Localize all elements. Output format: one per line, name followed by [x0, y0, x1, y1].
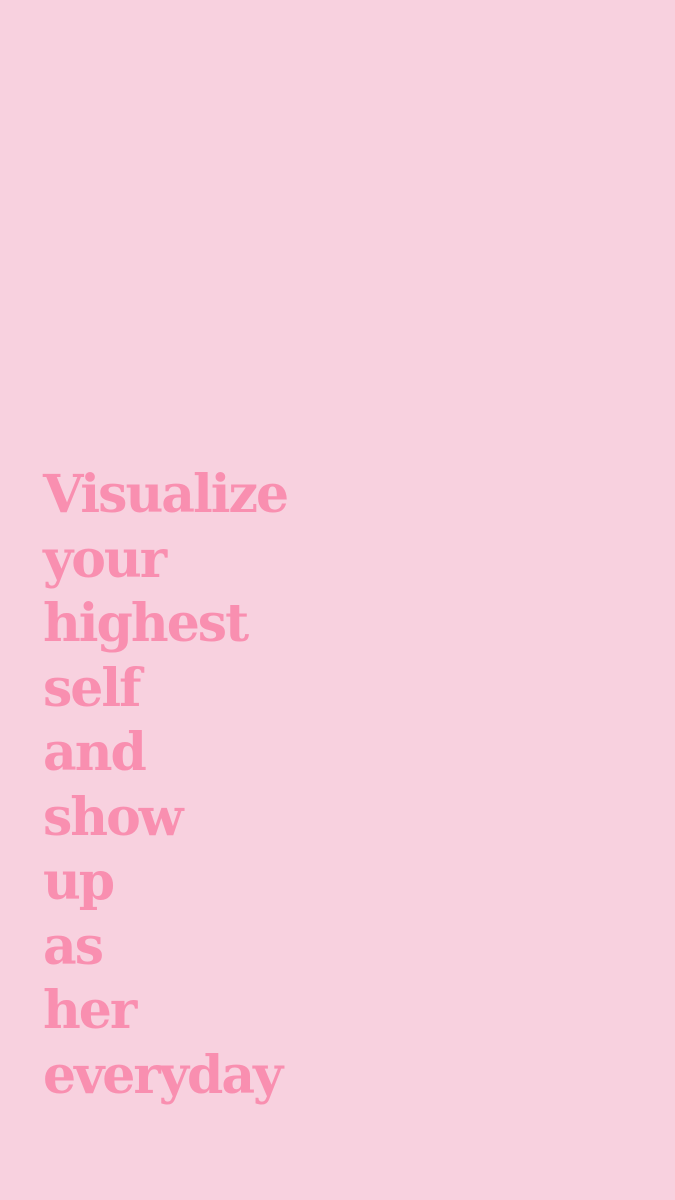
quote-line-2: your — [43, 528, 167, 590]
motivational-quote: Visualize your highest self and show up … — [43, 463, 289, 1108]
quote-line-4: self — [43, 657, 141, 719]
quote-line-10: everyday — [43, 1044, 283, 1106]
quote-line-3: highest — [43, 593, 249, 654]
quote-line-8: as — [43, 915, 104, 977]
quote-line-7: up — [43, 851, 115, 912]
quote-line-6: show — [43, 786, 184, 848]
quote-line-1: Visualize — [43, 464, 289, 525]
quote-line-5: and — [43, 722, 147, 783]
quote-line-9: her — [43, 980, 137, 1041]
pink-wallpaper-background: Visualize your highest self and show up … — [0, 0, 675, 1200]
